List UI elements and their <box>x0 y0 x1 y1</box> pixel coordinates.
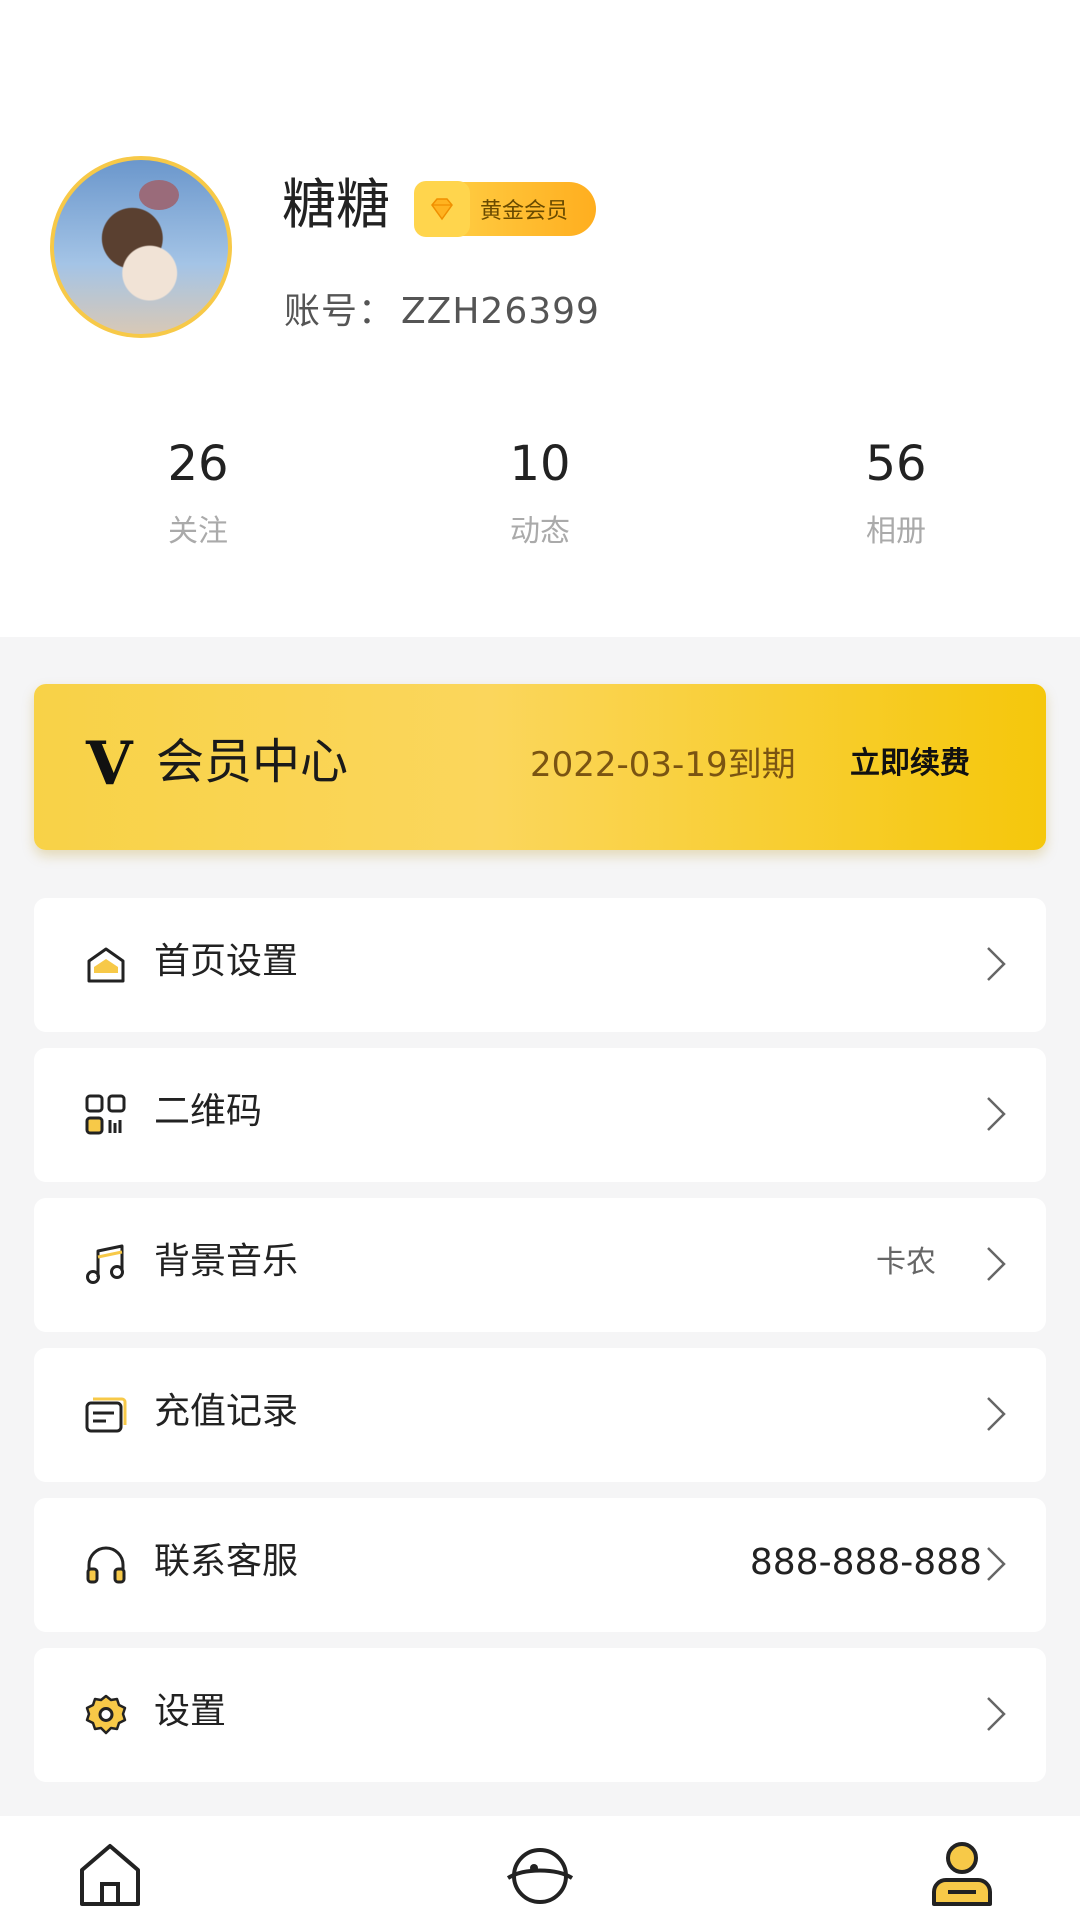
recharge-record-icon <box>85 1397 127 1433</box>
menu-item-home-settings[interactable]: 首页设置 <box>34 898 1046 1032</box>
current-music-value: 卡农 <box>876 1245 936 1280</box>
chevron-right-icon <box>987 1397 1006 1431</box>
discover-tab-icon[interactable] <box>504 1838 576 1910</box>
member-badge[interactable]: 黄金会员 <box>414 181 596 237</box>
menu-label: 背景音乐 <box>154 1241 299 1282</box>
stat-following[interactable]: 26 关注 <box>98 440 298 550</box>
chevron-right-icon <box>987 1547 1006 1581</box>
gear-icon <box>85 1694 127 1735</box>
stats-row: 26 关注 10 动态 56 相册 <box>0 440 1080 560</box>
user-name: 糖糖 <box>282 173 390 236</box>
stat-label: 相册 <box>866 514 926 549</box>
vip-logo-icon: V <box>86 729 133 799</box>
vip-expire-date: 2022-03-19到期 <box>530 745 796 785</box>
stat-value: 10 <box>509 436 571 492</box>
home-tab-icon[interactable] <box>74 1838 146 1910</box>
profile-tab-icon[interactable] <box>926 1838 998 1910</box>
stat-value: 26 <box>167 436 229 492</box>
stat-value: 56 <box>865 436 927 492</box>
stat-albums[interactable]: 56 相册 <box>796 440 996 550</box>
chevron-right-icon <box>987 947 1006 981</box>
profile-header: 糖糖 黄金会员 账号： ZZH26399 26 关注 10 动态 56 相册 <box>0 0 1080 637</box>
vip-center-banner[interactable]: V 会员中心 2022-03-19到期 立即续费 <box>34 684 1046 850</box>
gem-icon <box>414 181 470 237</box>
member-badge-label: 黄金会员 <box>480 199 569 224</box>
menu-label: 二维码 <box>154 1091 263 1132</box>
renew-button[interactable]: 立即续费 <box>850 749 970 779</box>
chevron-right-icon <box>987 1247 1006 1281</box>
menu-item-settings[interactable]: 设置 <box>34 1648 1046 1782</box>
account-prefix: 账号： <box>284 291 396 332</box>
chevron-right-icon <box>987 1697 1006 1731</box>
stat-posts[interactable]: 10 动态 <box>440 440 640 550</box>
account-id: ZZH26399 <box>401 291 600 332</box>
vip-title: 会员中心 <box>156 734 349 790</box>
qr-code-icon <box>85 1094 126 1135</box>
menu-label: 充值记录 <box>154 1391 299 1432</box>
avatar[interactable] <box>50 156 232 338</box>
menu-item-customer-service[interactable]: 联系客服 888-888-888 <box>34 1498 1046 1632</box>
music-icon <box>86 1244 124 1284</box>
headset-icon <box>86 1546 126 1584</box>
stat-label: 动态 <box>510 514 570 549</box>
home-settings-icon <box>87 947 125 983</box>
service-phone-number[interactable]: 888-888-888 <box>750 1545 982 1581</box>
menu-item-qr-code[interactable]: 二维码 <box>34 1048 1046 1182</box>
menu-label: 首页设置 <box>154 941 299 982</box>
stat-label: 关注 <box>168 514 228 549</box>
account-line: 账号： ZZH26399 <box>284 282 600 334</box>
menu-item-recharge-record[interactable]: 充值记录 <box>34 1348 1046 1482</box>
menu-label: 设置 <box>154 1691 227 1732</box>
chevron-right-icon <box>987 1097 1006 1131</box>
bottom-tab-bar <box>0 1816 1080 1920</box>
avatar-flowers <box>139 180 179 210</box>
menu-label: 联系客服 <box>154 1541 299 1582</box>
menu-item-background-music[interactable]: 背景音乐 卡农 <box>34 1198 1046 1332</box>
